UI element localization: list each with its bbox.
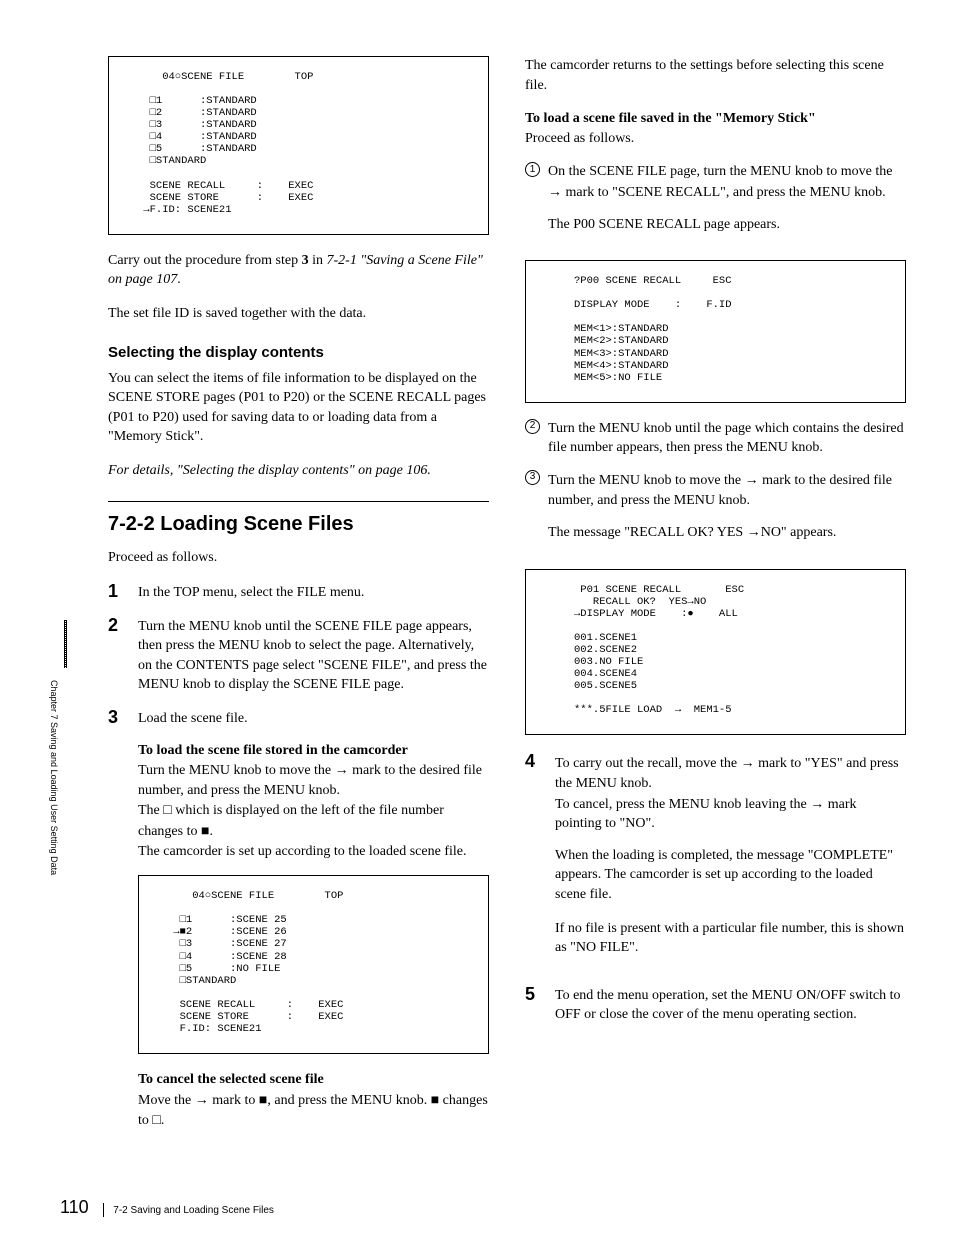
text: , and press the MENU knob.: [267, 1093, 430, 1108]
selecting-display-ref: For details, "Selecting the display cont…: [108, 461, 489, 481]
step-4-body: To carry out the recall, move the → mark…: [555, 751, 906, 971]
arrow-icon: →: [741, 754, 755, 770]
section-7-2-2-heading: 7-2-2 Loading Scene Files: [108, 501, 489, 538]
text: mark to: [209, 1093, 259, 1108]
circled-2-icon: 2: [525, 419, 540, 434]
circled-1-icon: 1: [525, 162, 540, 177]
page-footer: 110 7-2 Saving and Loading Scene Files: [60, 1195, 274, 1220]
text: mark to "SCENE RECALL", and press the ME…: [562, 185, 886, 200]
text: Turn the MENU knob to move the: [138, 763, 335, 778]
text: .: [209, 824, 213, 839]
scene-recall-screen-1: ?P00 SCENE RECALL ESC DISPLAY MODE : F.I…: [525, 260, 906, 403]
step-number-3: 3: [108, 707, 126, 729]
page-number: 110: [60, 1197, 89, 1217]
footer-divider: [103, 1203, 104, 1217]
selecting-display-body: You can select the items of file informa…: [108, 369, 489, 447]
text: Turn the MENU knob to move the: [548, 473, 745, 488]
step-5-body: To end the menu operation, set the MENU …: [555, 984, 906, 1025]
memory-stick-heading-block: To load a scene file saved in the "Memor…: [525, 109, 906, 148]
text: .: [161, 1113, 165, 1128]
footer-section-title: 7-2 Saving and Loading Scene Files: [113, 1205, 274, 1216]
right-column: The camcorder returns to the settings be…: [525, 56, 906, 1145]
arrow-icon: →: [745, 471, 759, 487]
load-camcorder-subheading: To load the scene file stored in the cam…: [138, 743, 408, 758]
text: which is displayed on the left of the fi…: [138, 803, 444, 839]
carry-out-paragraph: Carry out the procedure from step 3 in 7…: [108, 251, 489, 290]
step-1-body: In the TOP menu, select the FILE menu.: [138, 581, 489, 603]
proceed-text: Proceed as follows.: [108, 548, 489, 568]
p00-appears-text: The P00 SCENE RECALL page appears.: [548, 215, 906, 235]
text: To cancel, press the MENU knob leaving t…: [555, 797, 810, 812]
circled-step-2: Turn the MENU knob until the page which …: [548, 419, 906, 458]
text: Proceed as follows.: [525, 131, 634, 146]
step-number-1: 1: [108, 581, 126, 603]
text: The camcorder is set up according to the…: [138, 844, 466, 859]
scene-file-screen-1: 04○SCENE FILE TOP □1 :STANDARD □2 :STAND…: [108, 56, 489, 235]
text: in: [309, 253, 327, 268]
left-column: 04○SCENE FILE TOP □1 :STANDARD □2 :STAND…: [108, 56, 489, 1145]
cancel-subheading-block: To cancel the selected scene file Move t…: [138, 1070, 489, 1131]
set-file-id-paragraph: The set file ID is saved together with t…: [108, 304, 489, 324]
arrow-icon: →: [747, 523, 761, 539]
bold-step-ref: 3: [302, 253, 309, 268]
arrow-icon: →: [548, 183, 562, 199]
no-file-text: If no file is present with a particular …: [555, 919, 906, 958]
arrow-icon: →: [335, 761, 349, 777]
text: Carry out the procedure from step: [108, 253, 302, 268]
circled-step-3: Turn the MENU knob to move the → mark to…: [548, 470, 906, 557]
text: The: [138, 803, 163, 818]
step-number-5: 5: [525, 984, 543, 1006]
load-camcorder-subheading-block: To load the scene file stored in the cam…: [138, 741, 489, 862]
circled-3-icon: 3: [525, 470, 540, 485]
cancel-subheading: To cancel the selected scene file: [138, 1072, 324, 1087]
arrow-icon: →: [195, 1091, 209, 1107]
text: NO" appears.: [761, 525, 837, 540]
camcorder-returns-paragraph: The camcorder returns to the settings be…: [525, 56, 906, 95]
chapter-side-label: Chapter 7 Saving and Loading User Settin…: [60, 680, 74, 693]
square-open-icon: □: [163, 801, 171, 817]
step-number-4: 4: [525, 751, 543, 773]
recall-ok-text: The message "RECALL OK? YES →NO" appears…: [548, 522, 906, 543]
step-number-2: 2: [108, 615, 126, 637]
circled-step-1: On the SCENE FILE page, turn the MENU kn…: [548, 162, 906, 248]
text: To carry out the recall, move the: [555, 756, 741, 771]
memory-stick-heading: To load a scene file saved in the "Memor…: [525, 111, 816, 126]
text: Move the: [138, 1093, 195, 1108]
step-2-body: Turn the MENU knob until the SCENE FILE …: [138, 615, 489, 695]
square-filled-icon: ■: [431, 1091, 439, 1107]
text: Load the scene file.: [138, 711, 248, 726]
scene-file-screen-2: 04○SCENE FILE TOP □1 :SCENE 25 →■2 :SCEN…: [138, 875, 489, 1054]
step-3-body: Load the scene file.: [138, 707, 489, 729]
square-open-icon: □: [152, 1111, 160, 1127]
scene-recall-screen-2: P01 SCENE RECALL ESC RECALL OK? YES→NO →…: [525, 569, 906, 736]
selecting-display-heading: Selecting the display contents: [108, 342, 489, 363]
text: On the SCENE FILE page, turn the MENU kn…: [548, 164, 893, 179]
loading-complete-text: When the loading is completed, the messa…: [555, 846, 906, 905]
text: .: [177, 272, 181, 287]
side-decoration: [64, 620, 67, 668]
text: The message "RECALL OK? YES: [548, 525, 747, 540]
arrow-icon: →: [810, 795, 824, 811]
chapter-side-text: Chapter 7 Saving and Loading User Settin…: [47, 680, 60, 694]
